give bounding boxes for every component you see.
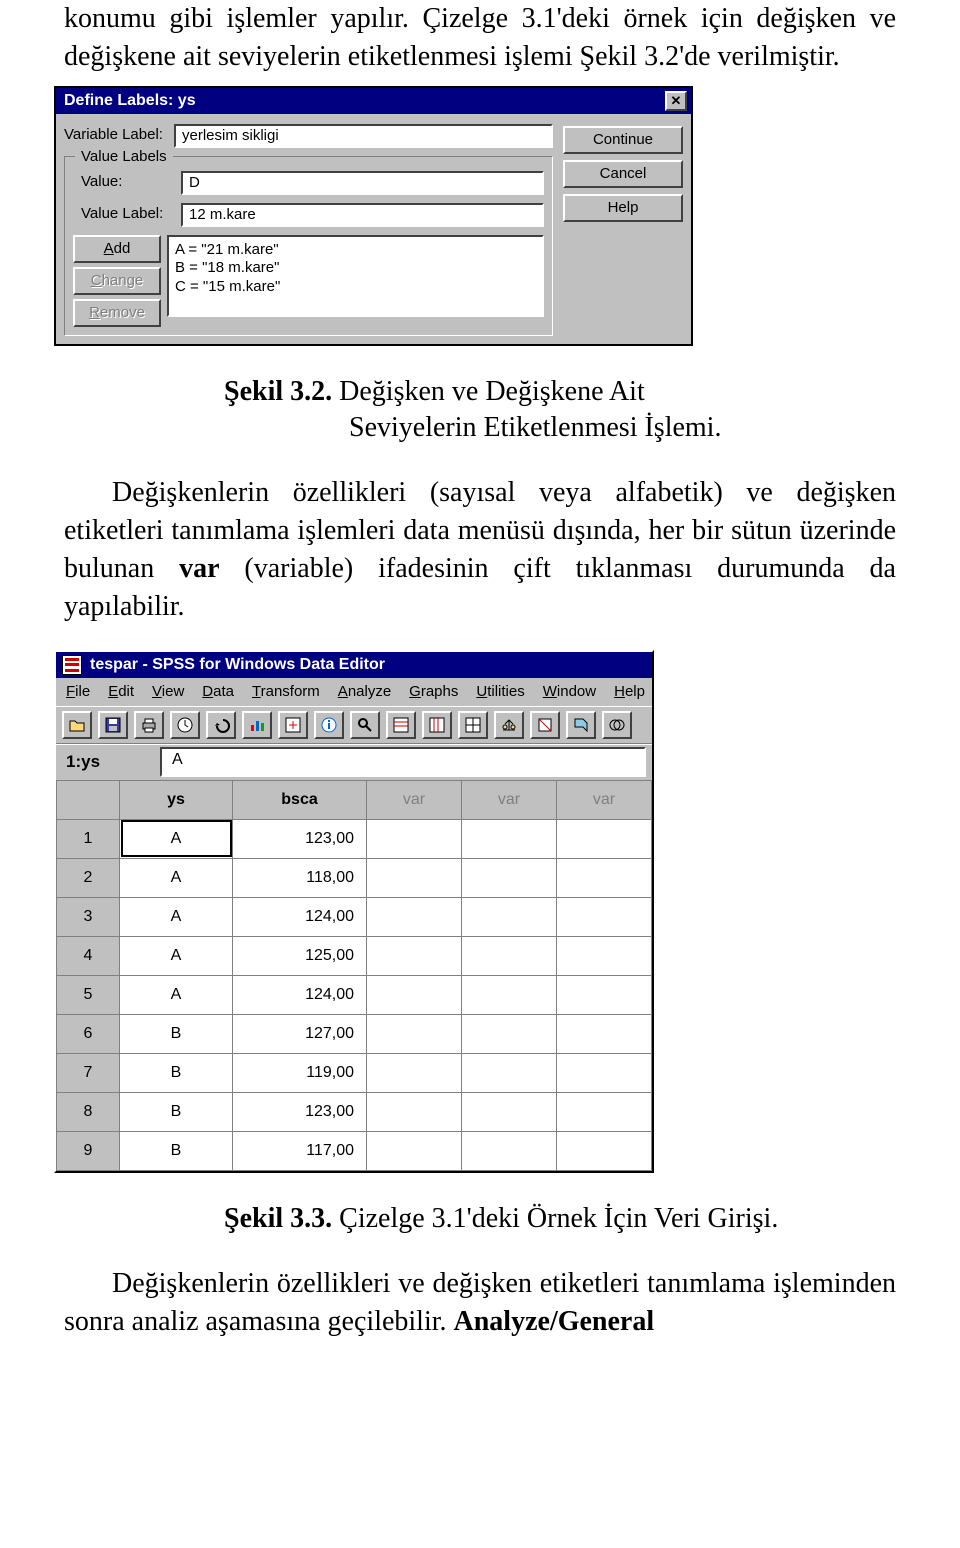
page: konumu gibi işlemler yapılır. Çizelge 3.… [0, 0, 960, 1548]
paragraph-2: Değişkenlerin özellikleri (sayısal veya … [64, 474, 896, 625]
menu-view[interactable]: View [152, 682, 184, 702]
spss-data-editor: tespar - SPSS for Windows Data Editor Fi… [54, 650, 654, 1173]
dialog-title: Define Labels: ys [64, 90, 196, 112]
value-labels-groupbox: Value Labels Value: D Value Label: 12 m.… [64, 156, 553, 336]
valuelabel-input[interactable]: 12 m.kare [181, 203, 544, 227]
sets-icon[interactable] [602, 711, 632, 739]
menu-graphs[interactable]: Graphs [409, 682, 458, 702]
groupbox-legend: Value Labels [75, 147, 173, 167]
close-icon[interactable]: ✕ [665, 91, 687, 111]
menu-bar[interactable]: File Edit View Data Transform Analyze Gr… [56, 678, 652, 706]
weight-icon[interactable] [494, 711, 524, 739]
help-button[interactable]: Help [563, 194, 683, 222]
recent-icon[interactable] [170, 711, 200, 739]
variable-label-input[interactable]: yerlesim sikligi [174, 124, 553, 148]
find-icon[interactable] [350, 711, 380, 739]
var-bold: var [179, 553, 219, 584]
menu-analyze[interactable]: Analyze [338, 682, 391, 702]
select-icon[interactable] [530, 711, 560, 739]
table-row[interactable]: 2 A 118,00 [57, 858, 652, 897]
goto-icon[interactable] [278, 711, 308, 739]
col-var[interactable]: var [367, 780, 462, 819]
table-row[interactable]: 6 B 127,00 [57, 1014, 652, 1053]
cell-ref-name: 1:ys [62, 747, 160, 778]
cancel-button[interactable]: Cancel [563, 160, 683, 188]
variable-label-row: Variable Label: yerlesim sikligi [64, 124, 553, 148]
insert-var-icon[interactable] [422, 711, 452, 739]
valuelabel-label: Value Label: [73, 204, 181, 224]
value-row: Value: D [73, 171, 544, 195]
valuelabel-row: Value Label: 12 m.kare [73, 203, 544, 227]
col-bsca[interactable]: bsca [233, 780, 367, 819]
table-row[interactable]: 5 A 124,00 [57, 975, 652, 1014]
value-label: Value: [73, 172, 181, 192]
menu-transform[interactable]: Transform [252, 682, 320, 702]
menu-file[interactable]: File [66, 682, 90, 702]
split-icon[interactable] [458, 711, 488, 739]
toolbar [56, 706, 652, 744]
labels-icon[interactable] [566, 711, 596, 739]
value-labels-listbox[interactable]: A = "21 m.kare" B = "18 m.kare" C = "15 … [167, 235, 544, 317]
menu-edit[interactable]: Edit [108, 682, 134, 702]
app-icon [62, 655, 82, 675]
table-row[interactable]: 4 A 125,00 [57, 936, 652, 975]
list-item[interactable]: B = "18 m.kare" [175, 259, 536, 278]
chart-icon[interactable] [242, 711, 272, 739]
cell-ref-value[interactable]: A [160, 747, 646, 777]
menu-utilities[interactable]: Utilities [476, 682, 524, 702]
menu-data[interactable]: Data [202, 682, 234, 702]
remove-button[interactable]: Remove [73, 299, 161, 327]
table-row[interactable]: 8 B 123,00 [57, 1092, 652, 1131]
caption-label: Şekil 3.2. [224, 376, 332, 407]
table-row[interactable]: 7 B 119,00 [57, 1053, 652, 1092]
caption-label: Şekil 3.3. [224, 1203, 332, 1234]
open-icon[interactable] [62, 711, 92, 739]
list-item[interactable]: A = "21 m.kare" [175, 241, 536, 260]
col-var[interactable]: var [557, 780, 652, 819]
dialog-titlebar[interactable]: Define Labels: ys ✕ [56, 88, 691, 114]
print-icon[interactable] [134, 711, 164, 739]
insert-case-icon[interactable] [386, 711, 416, 739]
spss-titlebar[interactable]: tespar - SPSS for Windows Data Editor [56, 652, 652, 678]
figure-3-2-caption: Şekil 3.2. Değişken ve Değişkene Ait Sev… [224, 374, 896, 447]
col-ys[interactable]: ys [120, 780, 233, 819]
info-icon[interactable] [314, 711, 344, 739]
spss-title-text: tespar - SPSS for Windows Data Editor [90, 654, 385, 676]
table-row[interactable]: 1 A 123,00 [57, 819, 652, 858]
paragraph-3: Değişkenlerin özellikleri ve değişken et… [64, 1265, 896, 1341]
variable-label-label: Variable Label: [64, 125, 174, 145]
analyze-general-bold: Analyze/General [454, 1306, 655, 1337]
add-button[interactable]: Add [73, 235, 161, 263]
save-icon[interactable] [98, 711, 128, 739]
data-grid[interactable]: ys bsca var var var 1 A 123,00 [56, 780, 652, 1171]
table-row[interactable]: 3 A 124,00 [57, 897, 652, 936]
undo-icon[interactable] [206, 711, 236, 739]
corner-cell[interactable] [57, 780, 120, 819]
list-item[interactable]: C = "15 m.kare" [175, 278, 536, 297]
change-button[interactable]: Change [73, 267, 161, 295]
define-labels-dialog: Define Labels: ys ✕ Variable Label: yerl… [54, 86, 693, 346]
col-var[interactable]: var [462, 780, 557, 819]
continue-button[interactable]: Continue [563, 126, 683, 154]
table-row[interactable]: 9 B 117,00 [57, 1131, 652, 1170]
value-input[interactable]: D [181, 171, 544, 195]
menu-help[interactable]: Help [614, 682, 645, 702]
menu-window[interactable]: Window [543, 682, 596, 702]
cell-reference-bar: 1:ys A [56, 744, 652, 780]
figure-3-3-caption: Şekil 3.3. Çizelge 3.1'deki Örnek İçin V… [224, 1201, 896, 1237]
paragraph-1: konumu gibi işlemler yapılır. Çizelge 3.… [64, 0, 896, 76]
